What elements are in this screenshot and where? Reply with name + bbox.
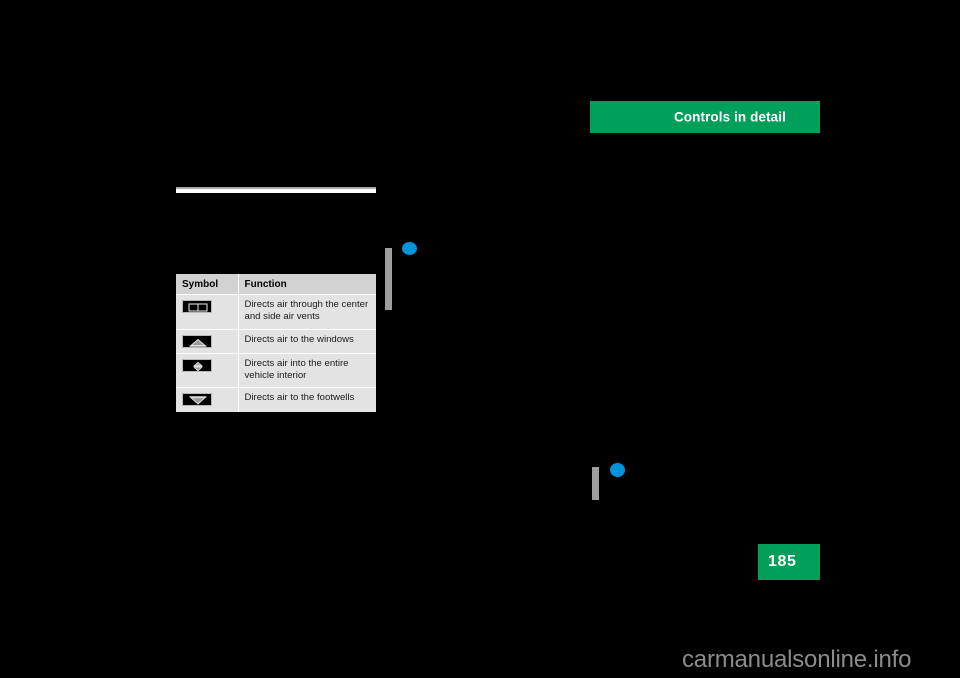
symbol-cell (176, 294, 239, 330)
section-banner: Controls in detail (590, 101, 820, 133)
function-cell: Directs air through the center and side … (238, 294, 376, 330)
symbol-cell (176, 329, 239, 354)
section-banner-label: Controls in detail (673, 109, 786, 125)
function-cell: Directs air to the footwells (238, 387, 376, 412)
column-header-function: Function (238, 274, 376, 295)
change-bar (385, 248, 392, 310)
blue-dot-marker-icon (402, 242, 417, 255)
function-cell: Directs air to the windows (238, 329, 376, 354)
table-row: Directs air to the windows (176, 329, 376, 354)
page-number-block: 185 (758, 544, 820, 580)
symbol-cell (176, 387, 239, 412)
change-bar (592, 467, 599, 500)
windshield-defrost-vent-icon (182, 334, 212, 348)
page-number: 185 (768, 553, 797, 570)
center-and-side-vents-icon (182, 300, 212, 313)
watermark-text: carmanualsonline.info (682, 646, 912, 673)
table-header-row: Symbol Function (176, 274, 376, 295)
column-divider-rule (176, 187, 376, 193)
column-header-symbol: Symbol (176, 274, 239, 295)
table-row: Directs air into the entire vehicle inte… (176, 353, 376, 389)
blue-dot-marker-icon (610, 463, 625, 477)
symbol-cell (176, 353, 239, 389)
function-cell: Directs air into the entire vehicle inte… (238, 353, 376, 389)
footwell-vent-icon (182, 393, 212, 407)
table-row: Directs air through the center and side … (176, 294, 376, 330)
manual-page: Controls in detail Symbol Function Direc… (0, 0, 960, 678)
symbol-function-table: Symbol Function Directs air through the … (176, 274, 376, 412)
bi-level-vent-icon (182, 358, 212, 372)
table-row: Directs air to the footwells (176, 387, 376, 412)
